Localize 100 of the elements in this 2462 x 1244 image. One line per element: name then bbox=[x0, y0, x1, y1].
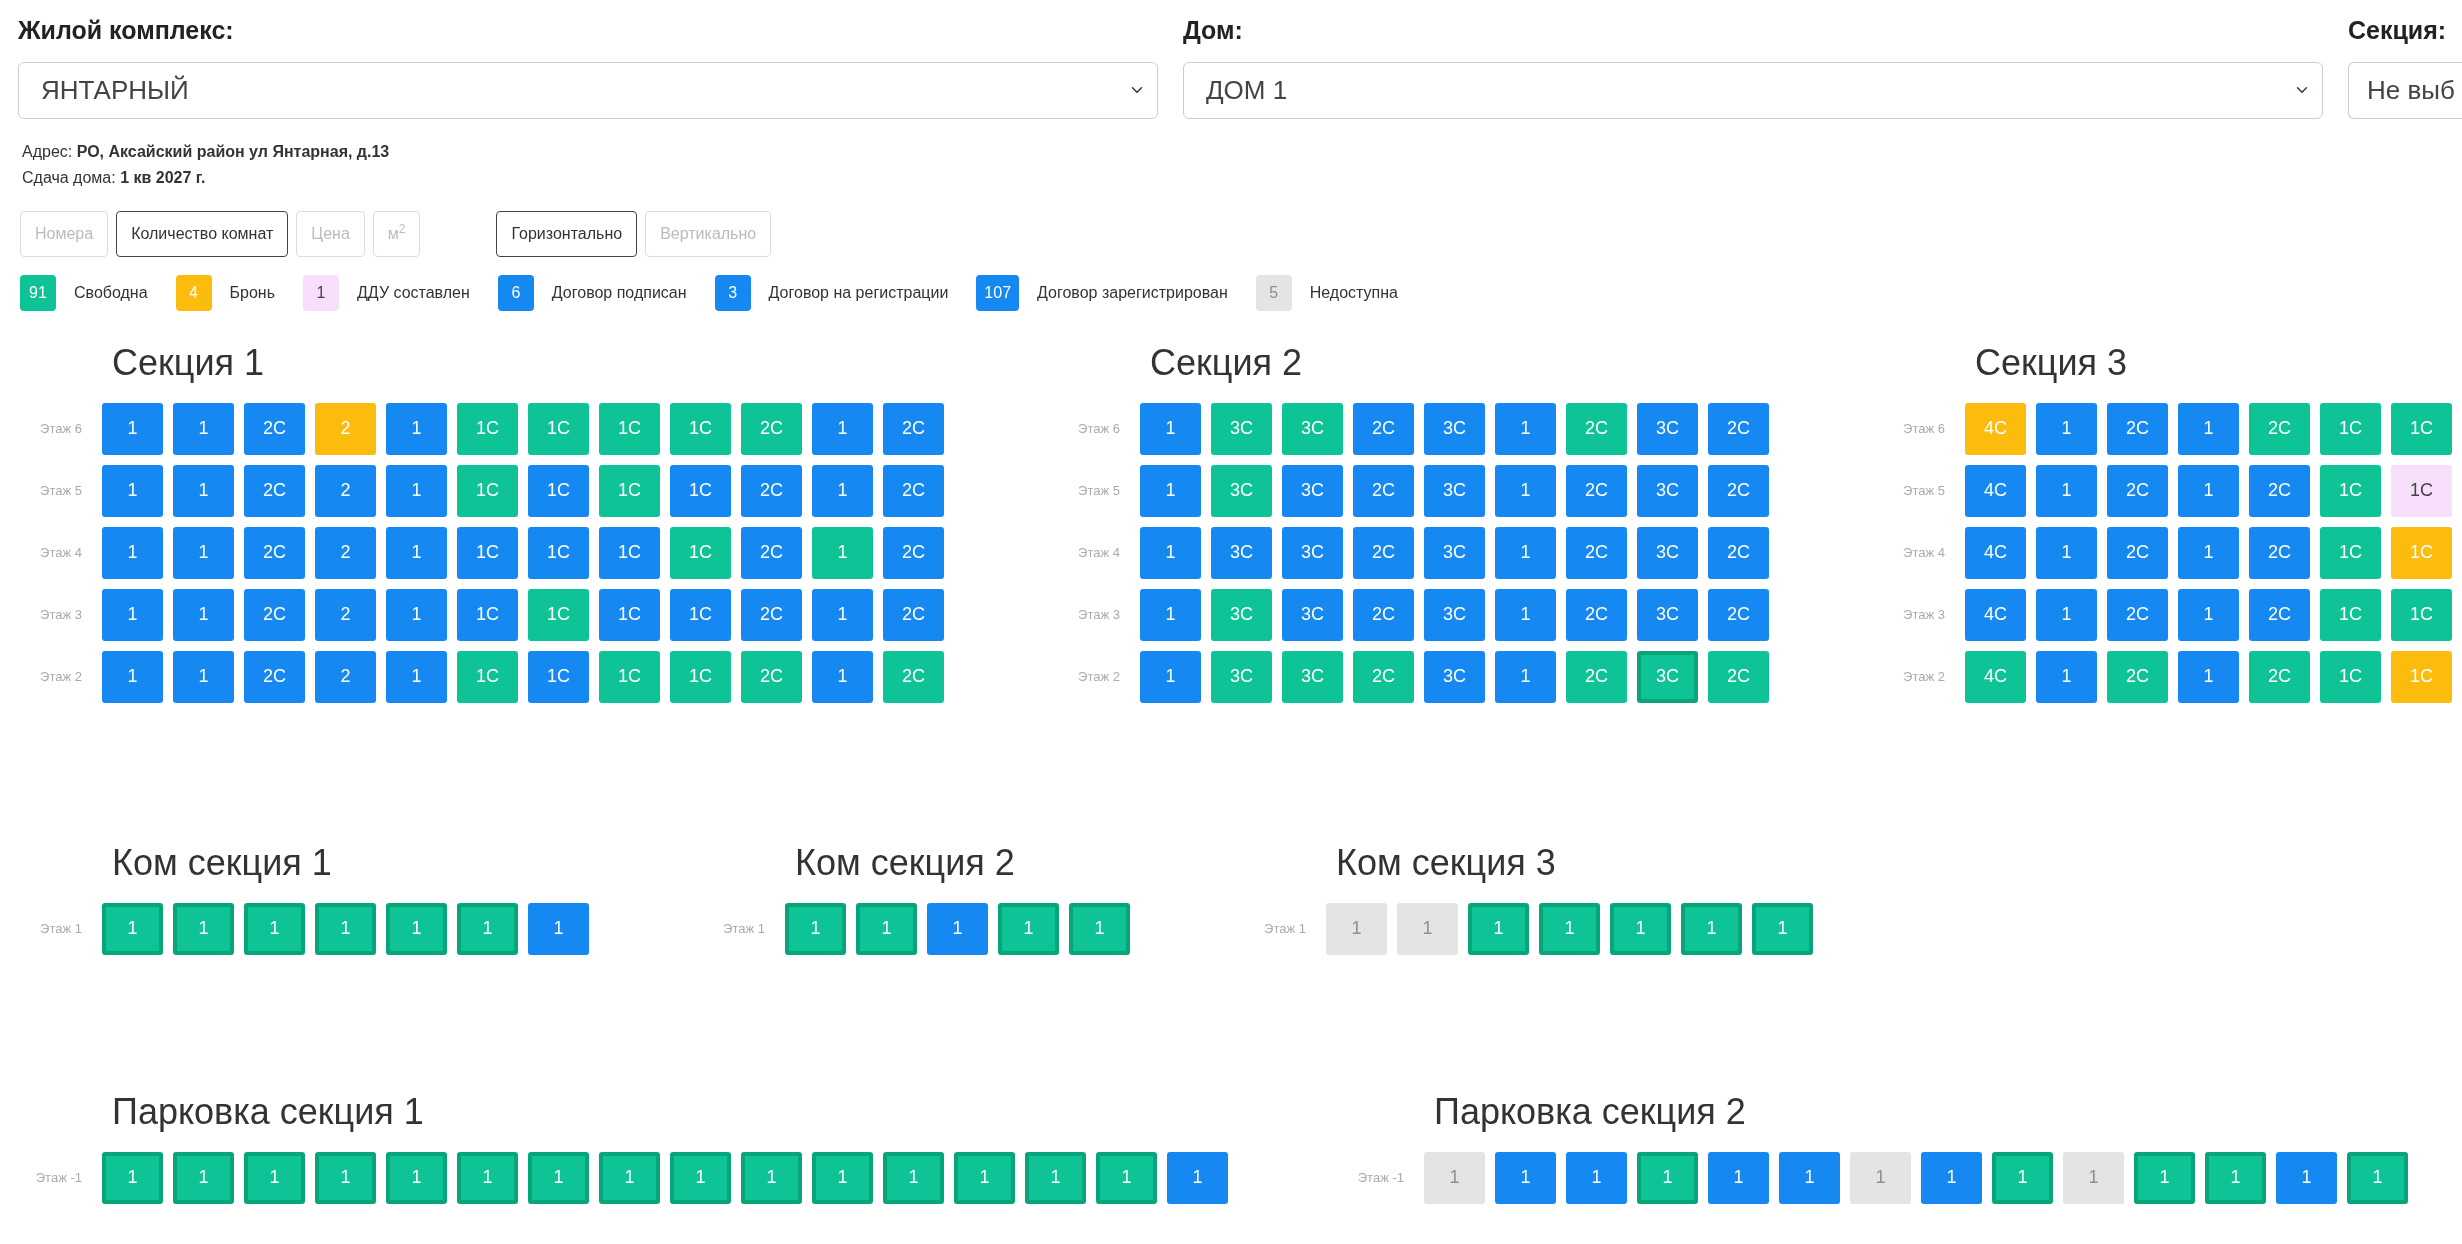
apartment-cell[interactable]: 2С bbox=[2249, 464, 2310, 517]
apartment-cell[interactable]: 2С bbox=[1566, 588, 1627, 641]
apartment-cell[interactable]: 2С bbox=[883, 402, 944, 455]
apartment-cell[interactable]: 1 bbox=[102, 402, 163, 455]
filter-select[interactable]: ДОМ 1 bbox=[1183, 61, 2323, 119]
apartment-cell[interactable]: 3С bbox=[1282, 402, 1343, 455]
apartment-cell[interactable]: 2С bbox=[741, 650, 802, 703]
apartment-cell[interactable]: 1 bbox=[785, 902, 846, 955]
apartment-cell[interactable]: 1 bbox=[1140, 402, 1201, 455]
apartment-cell[interactable]: 1 bbox=[1167, 1151, 1228, 1204]
apartment-cell[interactable]: 2С bbox=[1353, 650, 1414, 703]
apartment-cell[interactable]: 1С bbox=[670, 650, 731, 703]
apartment-cell[interactable]: 2С bbox=[741, 402, 802, 455]
apartment-cell[interactable]: 1 bbox=[1495, 588, 1556, 641]
apartment-cell[interactable]: 1 bbox=[173, 902, 234, 955]
apartment-cell[interactable]: 2С bbox=[1708, 402, 1769, 455]
apartment-cell[interactable]: 2С bbox=[1353, 402, 1414, 455]
apartment-cell[interactable]: 1 bbox=[386, 650, 447, 703]
apartment-cell[interactable]: 2С bbox=[741, 588, 802, 641]
apartment-cell[interactable]: 2С bbox=[1353, 464, 1414, 517]
apartment-cell[interactable]: 1С bbox=[457, 650, 518, 703]
apartment-cell[interactable]: 1 bbox=[2036, 526, 2097, 579]
apartment-cell[interactable]: 2С bbox=[883, 526, 944, 579]
apartment-cell[interactable]: 1 bbox=[1140, 650, 1201, 703]
apartment-cell[interactable]: 1 bbox=[883, 1151, 944, 1204]
apartment-cell[interactable]: 1 bbox=[812, 650, 873, 703]
apartment-cell[interactable]: 1 bbox=[457, 902, 518, 955]
apartment-cell[interactable]: 1 bbox=[1539, 902, 1600, 955]
apartment-cell[interactable]: 2С bbox=[1566, 526, 1627, 579]
orientation-button[interactable]: Вертикально bbox=[645, 210, 772, 257]
apartment-cell[interactable]: 1С bbox=[599, 588, 660, 641]
apartment-cell[interactable]: 1 bbox=[1779, 1151, 1840, 1204]
apartment-cell[interactable]: 1С bbox=[2320, 526, 2381, 579]
apartment-cell[interactable]: 3С bbox=[1211, 464, 1272, 517]
apartment-cell[interactable]: 1С bbox=[670, 526, 731, 579]
apartment-cell[interactable]: 1 bbox=[1025, 1151, 1086, 1204]
apartment-cell[interactable]: 2С bbox=[2107, 650, 2168, 703]
apartment-cell[interactable]: 2С bbox=[1566, 402, 1627, 455]
apartment-cell[interactable]: 1 bbox=[1708, 1151, 1769, 1204]
apartment-cell[interactable]: 1 bbox=[1992, 1151, 2053, 1204]
apartment-cell[interactable]: 1 bbox=[1397, 902, 1458, 955]
apartment-cell[interactable]: 1 bbox=[599, 1151, 660, 1204]
apartment-cell[interactable]: 2 bbox=[315, 650, 376, 703]
apartment-cell[interactable]: 1С bbox=[2391, 464, 2452, 517]
apartment-cell[interactable]: 1 bbox=[2178, 464, 2239, 517]
apartment-cell[interactable]: 1 bbox=[528, 902, 589, 955]
apartment-cell[interactable]: 1 bbox=[2178, 588, 2239, 641]
orientation-button[interactable]: Горизонтально bbox=[496, 210, 638, 257]
apartment-cell[interactable]: 3С bbox=[1424, 402, 1485, 455]
apartment-cell[interactable]: 1С bbox=[599, 402, 660, 455]
apartment-cell[interactable]: 1 bbox=[856, 902, 917, 955]
apartment-cell[interactable]: 1 bbox=[2178, 526, 2239, 579]
apartment-cell[interactable]: 2С bbox=[1566, 650, 1627, 703]
filter-select[interactable]: ЯНТАРНЫЙ bbox=[18, 61, 1158, 119]
apartment-cell[interactable]: 1 bbox=[812, 402, 873, 455]
apartment-cell[interactable]: 2 bbox=[315, 464, 376, 517]
apartment-cell[interactable]: 1 bbox=[1140, 526, 1201, 579]
apartment-cell[interactable]: 1 bbox=[528, 1151, 589, 1204]
apartment-cell[interactable]: 1 bbox=[670, 1151, 731, 1204]
apartment-cell[interactable]: 2С bbox=[883, 650, 944, 703]
apartment-cell[interactable]: 1 bbox=[315, 1151, 376, 1204]
apartment-cell[interactable]: 3С bbox=[1637, 464, 1698, 517]
apartment-cell[interactable]: 1 bbox=[1495, 526, 1556, 579]
apartment-cell[interactable]: 1С bbox=[528, 588, 589, 641]
apartment-cell[interactable]: 1 bbox=[1140, 588, 1201, 641]
apartment-cell[interactable]: 1 bbox=[244, 1151, 305, 1204]
filter-select[interactable]: Не выб bbox=[2348, 61, 2462, 119]
apartment-cell[interactable]: 3С bbox=[1424, 588, 1485, 641]
apartment-cell[interactable]: 3С bbox=[1282, 588, 1343, 641]
apartment-cell[interactable]: 2С bbox=[2107, 526, 2168, 579]
apartment-cell[interactable]: 1С bbox=[457, 402, 518, 455]
apartment-cell[interactable]: 1С bbox=[2391, 588, 2452, 641]
apartment-cell[interactable]: 2С bbox=[1708, 588, 1769, 641]
apartment-cell[interactable]: 1С bbox=[2320, 588, 2381, 641]
apartment-cell[interactable]: 2С bbox=[1708, 526, 1769, 579]
apartment-cell[interactable]: 2 bbox=[315, 526, 376, 579]
apartment-cell[interactable]: 4С bbox=[1965, 464, 2026, 517]
apartment-cell[interactable]: 1 bbox=[173, 464, 234, 517]
apartment-cell[interactable]: 1 bbox=[2036, 650, 2097, 703]
apartment-cell[interactable]: 1 bbox=[1495, 650, 1556, 703]
apartment-cell[interactable]: 1 bbox=[2205, 1151, 2266, 1204]
sort-button[interactable]: Количество комнат bbox=[116, 210, 289, 257]
apartment-cell[interactable]: 1С bbox=[599, 526, 660, 579]
apartment-cell[interactable]: 1 bbox=[386, 402, 447, 455]
apartment-cell[interactable]: 1 bbox=[1637, 1151, 1698, 1204]
apartment-cell[interactable]: 1С bbox=[2391, 402, 2452, 455]
apartment-cell[interactable]: 1С bbox=[599, 650, 660, 703]
apartment-cell[interactable]: 1 bbox=[244, 902, 305, 955]
apartment-cell[interactable]: 2С bbox=[1353, 588, 1414, 641]
apartment-cell[interactable]: 1 bbox=[812, 526, 873, 579]
apartment-cell[interactable]: 2С bbox=[2249, 650, 2310, 703]
apartment-cell[interactable]: 2С bbox=[2249, 588, 2310, 641]
apartment-cell[interactable]: 1С bbox=[528, 650, 589, 703]
apartment-cell[interactable]: 1 bbox=[173, 650, 234, 703]
apartment-cell[interactable]: 1 bbox=[386, 902, 447, 955]
apartment-cell[interactable]: 1С bbox=[2320, 402, 2381, 455]
apartment-cell[interactable]: 2С bbox=[244, 650, 305, 703]
apartment-cell[interactable]: 3С bbox=[1282, 650, 1343, 703]
apartment-cell[interactable]: 1С bbox=[670, 402, 731, 455]
apartment-cell[interactable]: 1 bbox=[1681, 902, 1742, 955]
